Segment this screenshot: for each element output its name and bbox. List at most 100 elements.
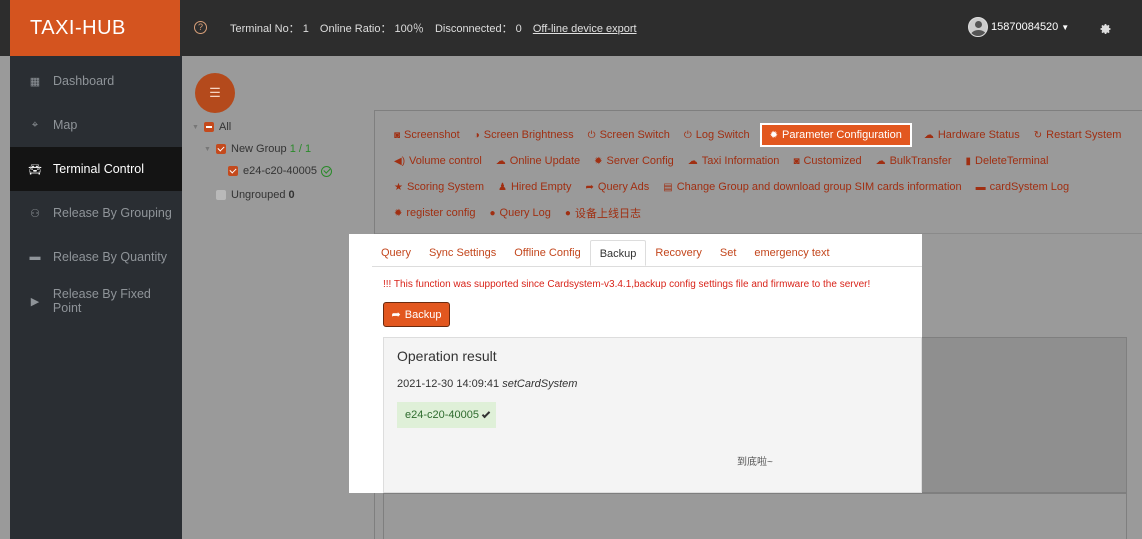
collapse-arrow-icon[interactable]: ▼ — [204, 146, 214, 153]
help-icon[interactable]: ? — [194, 21, 207, 34]
username: 15870084520 — [991, 21, 1059, 33]
taxi-information-action[interactable]: ☁ Taxi Information — [688, 155, 780, 167]
checkbox-group[interactable] — [216, 144, 226, 154]
gear-icon: ✹ — [769, 129, 778, 141]
online-status-icon — [321, 165, 333, 177]
sidebar-item-dashboard[interactable]: ▦ Dashboard — [10, 59, 182, 103]
cloud-upload-icon: ☁ — [495, 155, 506, 167]
register-config-action[interactable]: ✹ register config — [394, 207, 475, 219]
sidebar-item-terminal-control[interactable]: 🚘︎ Terminal Control — [10, 147, 182, 191]
result-title: Operation result — [397, 348, 497, 364]
log-switch-action[interactable]: ⏻ Log Switch — [684, 129, 750, 141]
delete-terminal-action[interactable]: ▮ DeleteTerminal — [966, 155, 1049, 167]
checkbox-all[interactable] — [204, 122, 214, 132]
brand-logo[interactable]: TAXI-HUB — [10, 0, 180, 56]
tab-set[interactable]: Set — [711, 240, 746, 266]
server-config-action[interactable]: ✹ Server Config — [594, 155, 674, 167]
tree-node-ungrouped[interactable]: Ungrouped 0 — [216, 186, 332, 204]
star-icon: ★ — [394, 181, 403, 193]
tree-node-device[interactable]: e24-c20-40005 — [228, 162, 333, 180]
tab-divider — [372, 266, 922, 267]
support-warning: !!! This function was supported since Ca… — [383, 279, 871, 290]
parameter-config-panel: Query Sync Settings Offline Config Backu… — [349, 234, 922, 493]
play-icon: ▶ — [30, 295, 40, 308]
backup-button[interactable]: ➦ Backup — [383, 302, 450, 327]
tab-backup[interactable]: Backup — [589, 240, 647, 266]
sidebar: ▦ Dashboard ⌖ Map 🚘︎ Terminal Control ⚇ … — [10, 56, 182, 539]
volume-control-action[interactable]: ◀) Volume control — [394, 155, 482, 167]
bulk-transfer-action[interactable]: ☁ BulkTransfer — [876, 155, 952, 167]
offline-export-link[interactable]: Off-line device export — [533, 23, 637, 35]
change-group-action[interactable]: ▤ Change Group and download group SIM car… — [663, 181, 961, 193]
result-box-extension — [922, 337, 1127, 493]
sidebar-item-release-by-quantity[interactable]: ▬ Release By Quantity — [10, 235, 182, 279]
restart-system-action[interactable]: ↻ Restart System — [1034, 129, 1122, 141]
camera-icon: ◙ — [793, 155, 800, 167]
hardware-status-action[interactable]: ☁ Hardware Status — [924, 129, 1020, 141]
cloud-upload-icon: ☁ — [687, 155, 698, 167]
power-icon: ⏻ — [587, 129, 596, 141]
screen-brightness-action[interactable]: ◑ Screen Brightness — [474, 129, 574, 141]
tab-query[interactable]: Query — [372, 240, 420, 266]
tab-recovery[interactable]: Recovery — [646, 240, 710, 266]
collapse-arrow-icon[interactable]: ▼ — [192, 124, 202, 131]
group-icon: ⚇ — [30, 207, 40, 220]
tree-node-all[interactable]: ▼ All — [192, 118, 332, 136]
online-ratio: Online Ratio： 100％ — [319, 23, 424, 35]
trash-icon: ▮ — [965, 155, 972, 167]
gear-icon[interactable] — [1100, 23, 1112, 35]
sim-icon: ▤ — [663, 181, 673, 193]
dashboard-icon: ▦ — [29, 75, 41, 88]
pin-icon: ● — [564, 207, 571, 219]
list-icon: ☰ — [209, 85, 221, 100]
terminal-count: Terminal No： 1 — [230, 23, 309, 35]
check-icon — [481, 409, 491, 418]
parameter-configuration-action[interactable]: ✹ Parameter Configuration — [759, 123, 912, 147]
brightness-icon: ◑ — [473, 129, 480, 141]
card-icon: ▬ — [29, 251, 41, 263]
query-ads-action[interactable]: ➦ Query Ads — [586, 181, 650, 193]
avatar-icon — [968, 17, 988, 37]
device-tree: ▼ All ▼ New Group 1 / 1 e24-c20-40005 Un… — [192, 118, 333, 204]
result-timestamp: 2021-12-30 14:09:41 setCardSystem — [397, 378, 578, 390]
refresh-icon: ↻ — [1033, 129, 1043, 141]
checkbox-ungrouped[interactable] — [216, 190, 226, 200]
sidebar-item-map[interactable]: ⌖ Map — [10, 103, 182, 147]
tab-sync-settings[interactable]: Sync Settings — [420, 240, 505, 266]
hired-empty-action[interactable]: ♟ Hired Empty — [498, 181, 572, 193]
screen-switch-action[interactable]: ⏻ Screen Switch — [588, 129, 670, 141]
end-of-list-text: 到底啦~ — [737, 457, 773, 468]
group-online-count: 1 / 1 — [289, 143, 312, 155]
disconnected-count: Disconnected： 0 — [434, 23, 522, 35]
screenshot-action[interactable]: ◙ Screenshot — [394, 129, 460, 141]
config-tabs: Query Sync Settings Offline Config Backu… — [372, 240, 839, 266]
user-menu[interactable]: 15870084520 ▼ — [968, 17, 1069, 37]
sidebar-item-release-by-grouping[interactable]: ⚇ Release By Grouping — [10, 191, 182, 235]
scoring-system-action[interactable]: ★ Scoring System — [394, 181, 484, 193]
camera-icon: ◙ — [394, 129, 401, 141]
device-online-log-action[interactable]: ● 设备上线日志 — [565, 205, 641, 221]
pin-icon: ● — [489, 207, 496, 219]
volume-icon: ◀) — [394, 155, 406, 167]
caret-down-icon: ▼ — [1061, 22, 1070, 32]
cloud-icon: ☁ — [923, 129, 934, 141]
car-icon: 🚘︎ — [28, 163, 42, 176]
device-result-badge: e24-c20-40005 — [397, 402, 497, 428]
share-icon: ➦ — [391, 309, 401, 321]
drive-icon: ▬ — [975, 181, 986, 193]
operation-result: Operation result 2021-12-30 14:09:41 set… — [383, 337, 922, 493]
panel-lower-frame — [383, 493, 1127, 539]
menu-toggle-button[interactable]: ☰ — [195, 73, 235, 113]
cardsystem-log-action[interactable]: ▬ cardSystem Log — [976, 181, 1069, 193]
top-bar: TAXI-HUB ? Terminal No： 1 Online Ratio： … — [0, 0, 1142, 56]
online-update-action[interactable]: ☁ Online Update — [496, 155, 580, 167]
terminal-stats: Terminal No： 1 Online Ratio： 100％ Discon… — [230, 20, 645, 36]
gear-icon: ✹ — [594, 155, 603, 167]
checkbox-device[interactable] — [228, 166, 238, 176]
tab-offline-config[interactable]: Offline Config — [505, 240, 589, 266]
tree-node-group[interactable]: ▼ New Group 1 / 1 — [204, 140, 332, 158]
customized-action[interactable]: ◙ Customized — [793, 155, 861, 167]
sidebar-item-release-by-fixed-point[interactable]: ▶ Release By Fixed Point — [10, 279, 182, 323]
query-log-action[interactable]: ● Query Log — [489, 207, 550, 219]
tab-emergency-text[interactable]: emergency text — [745, 240, 838, 266]
